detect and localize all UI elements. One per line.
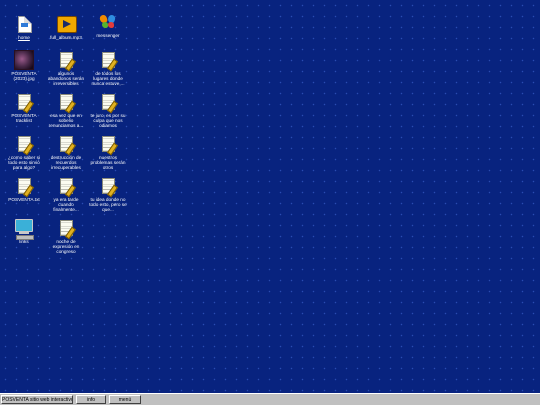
desktop-icon-esa-vez[interactable]: esa vez que en sobelio renunciamos a... bbox=[46, 92, 86, 128]
icon-label: algunos abandonos serán irreversibles bbox=[47, 71, 85, 87]
desktop-icon-de-todos-los-lugares[interactable]: de todos los lugares donde nunca estuve,… bbox=[88, 50, 128, 86]
desktop-icon-posventa-jpg[interactable]: POSVENTA (2023).jpg bbox=[4, 50, 44, 81]
taskbar-button-posventa-site[interactable]: POSVENTA sitio web interactivo bbox=[1, 395, 73, 404]
desktop-icon-como-saber[interactable]: ¿como saber si todo esto sirvió para alg… bbox=[4, 134, 44, 170]
icon-label: te juro, es por su culpa que nos odiamos bbox=[90, 113, 126, 129]
media-file-icon bbox=[56, 14, 77, 34]
document-icon bbox=[14, 14, 34, 34]
notepad-file-icon bbox=[56, 218, 76, 240]
icon-label: ¿como saber si todo esto sirvió para alg… bbox=[7, 155, 41, 171]
icon-label: esa vez que en sobelio renunciamos a... bbox=[48, 113, 84, 129]
desktop: home full_album.mp3 messenger POSVENTA (… bbox=[0, 0, 540, 393]
taskbar: POSVENTA sitio web interactivo info menú bbox=[0, 393, 540, 405]
taskbar-button-info[interactable]: info bbox=[76, 395, 106, 404]
icon-label: destrucción de recuerdos irrecuperables bbox=[50, 155, 82, 171]
desktop-icon-destruccion[interactable]: destrucción de recuerdos irrecuperables bbox=[46, 134, 86, 170]
icon-label: tu idea donde no todo esto, pero se que.… bbox=[89, 197, 127, 213]
icon-label: de todos los lugares donde nunca estuve,… bbox=[91, 71, 125, 87]
icon-label: ya era tarde cuando finalmente... bbox=[53, 197, 79, 213]
icon-label: full_album.mp3 bbox=[50, 35, 82, 40]
desktop-icon-posventa-tracklist[interactable]: POSVENTA tracklist bbox=[4, 92, 44, 123]
notepad-file-icon bbox=[56, 92, 76, 114]
notepad-file-icon bbox=[98, 50, 118, 72]
icon-label: messenger bbox=[96, 33, 120, 38]
image-thumbnail-icon bbox=[14, 50, 34, 70]
desktop-icon-posventa-txt[interactable]: POSVENTA.txt bbox=[4, 176, 44, 202]
notepad-file-icon bbox=[56, 176, 76, 198]
desktop-icon-links[interactable]: links bbox=[4, 218, 44, 244]
desktop-icon-te-juro[interactable]: te juro, es por su culpa que nos odiamos bbox=[88, 92, 128, 128]
desktop-icon-home[interactable]: home bbox=[4, 14, 44, 40]
notepad-file-icon bbox=[56, 50, 76, 72]
notepad-file-icon bbox=[14, 92, 34, 114]
icon-label: noche de expresión en congreso bbox=[52, 239, 80, 255]
icon-label: POSVENTA.txt bbox=[8, 197, 40, 202]
desktop-icon-messenger[interactable]: messenger bbox=[88, 12, 128, 38]
desktop-icon-nuestros-problemas[interactable]: nuestros problemas serán otros bbox=[88, 134, 128, 170]
notepad-file-icon bbox=[14, 134, 34, 156]
computer-icon bbox=[14, 218, 34, 240]
notepad-file-icon bbox=[98, 134, 118, 156]
icon-label: home bbox=[18, 35, 30, 40]
notepad-file-icon bbox=[14, 176, 34, 198]
icon-label: nuestros problemas serán otros bbox=[90, 155, 126, 171]
desktop-icon-algunos-abandonos[interactable]: algunos abandonos serán irreversibles bbox=[46, 50, 86, 86]
messenger-butterfly-icon bbox=[98, 12, 118, 32]
icon-label: POSVENTA (2023).jpg bbox=[11, 71, 37, 82]
desktop-icon-full-album[interactable]: full_album.mp3 bbox=[46, 14, 86, 40]
notepad-file-icon bbox=[56, 134, 76, 156]
notepad-file-icon bbox=[98, 176, 118, 198]
notepad-file-icon bbox=[98, 92, 118, 114]
icon-label: POSVENTA tracklist bbox=[11, 113, 37, 124]
taskbar-button-menu[interactable]: menú bbox=[109, 395, 141, 404]
desktop-icon-ya-era-tarde[interactable]: ya era tarde cuando finalmente... bbox=[46, 176, 86, 212]
desktop-icon-tu-idea[interactable]: tu idea donde no todo esto, pero se que.… bbox=[88, 176, 128, 212]
desktop-icon-noche-de-expresion[interactable]: noche de expresión en congreso bbox=[46, 218, 86, 254]
